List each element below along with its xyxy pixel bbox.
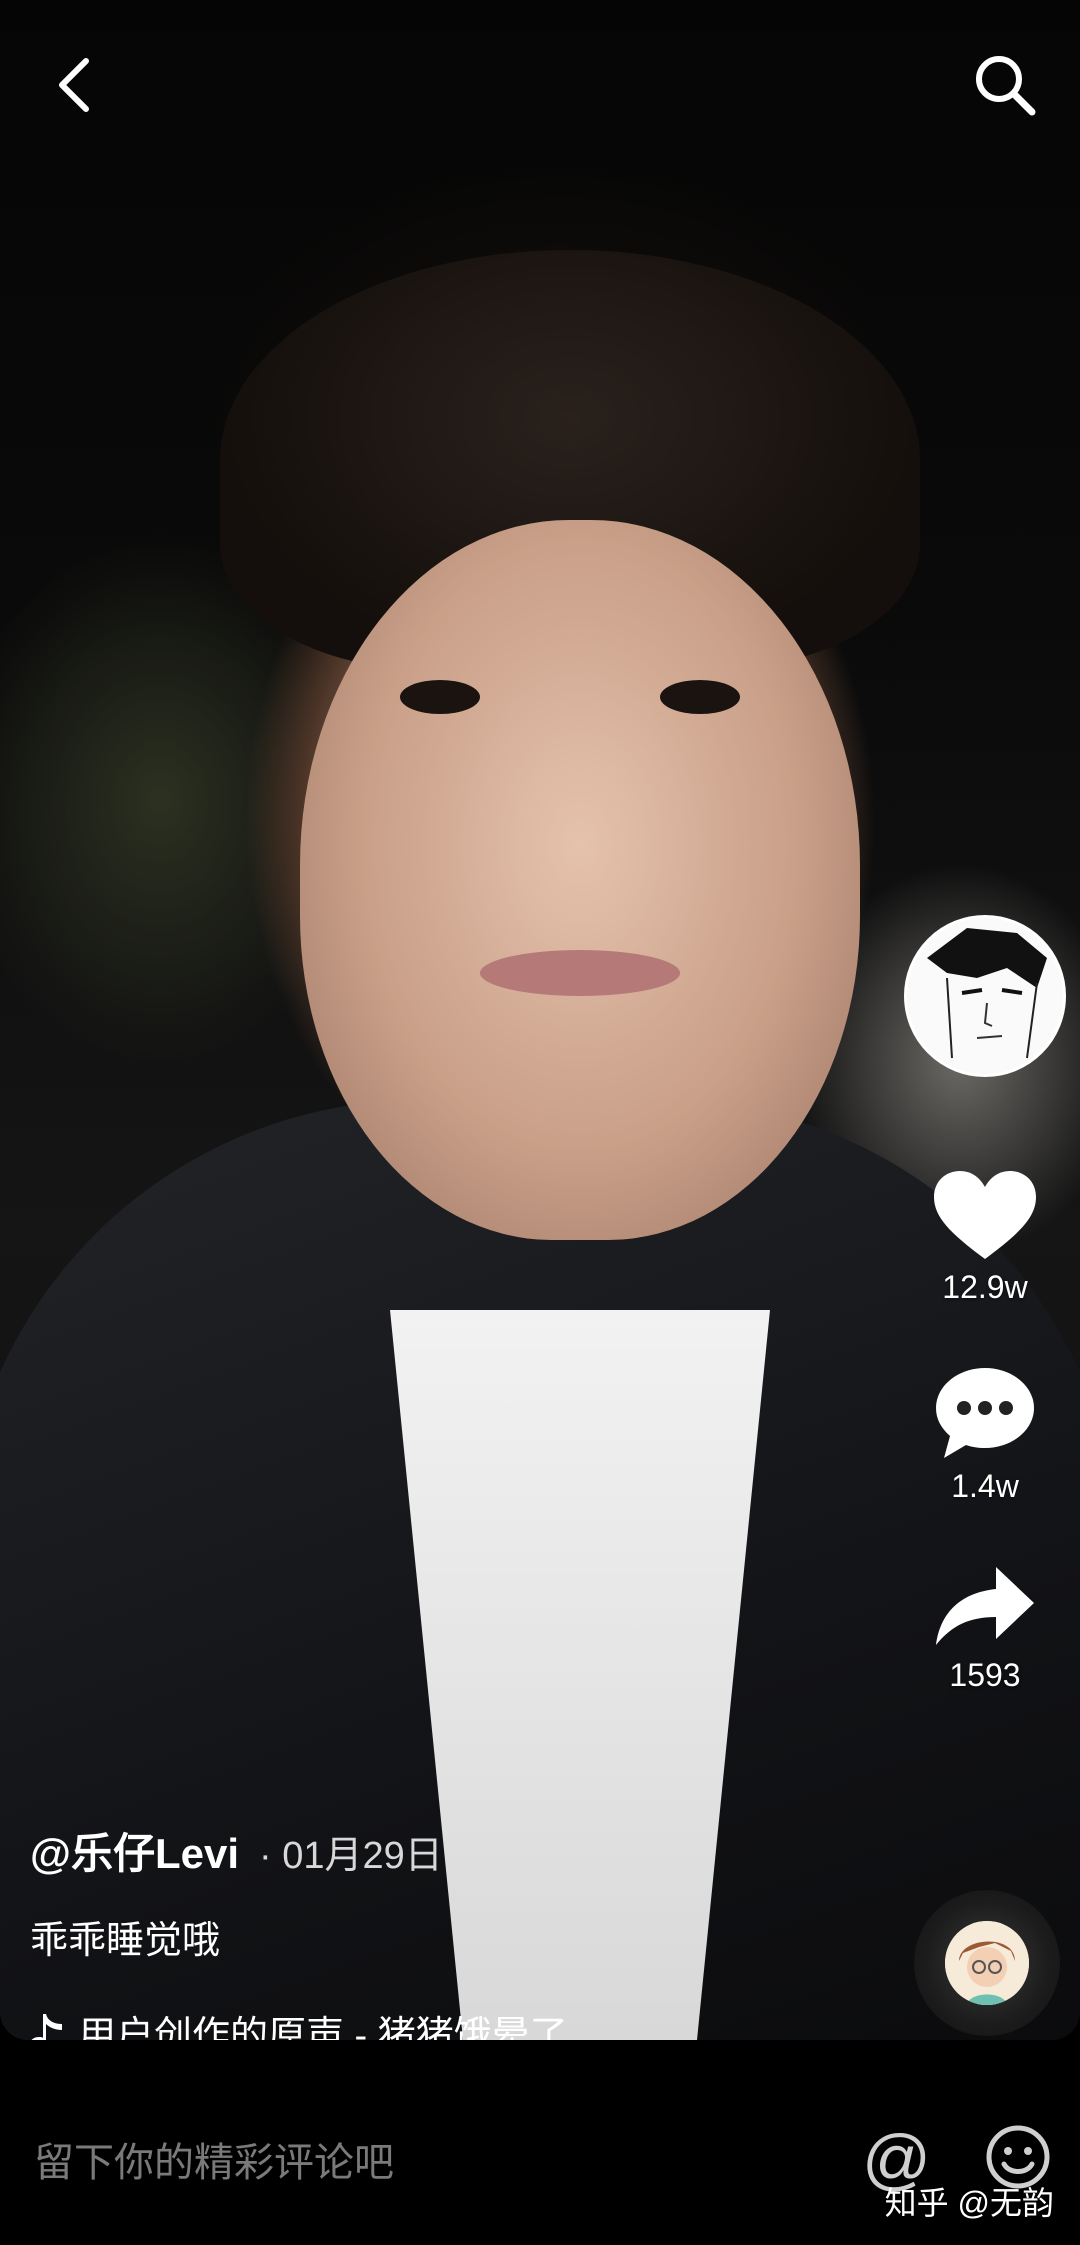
- back-button[interactable]: [30, 40, 120, 130]
- post-date: · 01月29日: [259, 1835, 443, 1877]
- video-description: 乖乖睡觉哦: [30, 1920, 221, 1962]
- share-arrow-icon: [936, 1567, 1034, 1645]
- watermark: 知乎 @无韵: [884, 2185, 1054, 2221]
- music-disc-avatar: [945, 1921, 1029, 2005]
- share-button[interactable]: 1593: [930, 1561, 1040, 1694]
- music-disc[interactable]: [914, 1890, 1060, 2036]
- share-count: 1593: [949, 1657, 1021, 1693]
- author-avatar[interactable]: [904, 915, 1066, 1077]
- manga-avatar-image: [907, 918, 1063, 1074]
- video-subject-eye: [660, 680, 740, 714]
- video-subject-eye: [400, 680, 480, 714]
- comment-count: 1.4w: [951, 1468, 1019, 1504]
- like-button[interactable]: 12.9w: [930, 1167, 1040, 1306]
- back-chevron-icon: [59, 58, 89, 112]
- author-name[interactable]: @乐仔Levi: [30, 1820, 239, 1881]
- author-line: @乐仔Levi · 01月29日: [30, 1820, 870, 1881]
- video-caption: @乐仔Levi · 01月29日 乖乖睡觉哦 用户创作的原声 - 猪猪饿晕了: [30, 1820, 870, 2059]
- video-subject-mouth: [480, 950, 680, 996]
- video-subject-face: [300, 520, 860, 1240]
- heart-icon: [934, 1171, 1036, 1259]
- comment-button[interactable]: 1.4w: [930, 1362, 1040, 1505]
- video-screen: 12.9w 1.4w 1593 @乐仔Levi · 01月29日 乖乖睡觉哦 用…: [0, 0, 1080, 2245]
- action-rail: 12.9w 1.4w 1593: [900, 915, 1070, 1750]
- search-button[interactable]: [960, 40, 1050, 130]
- like-count: 12.9w: [942, 1269, 1028, 1305]
- comment-bubble-icon: [936, 1368, 1034, 1458]
- search-icon: [976, 56, 1036, 116]
- comment-input[interactable]: [32, 2132, 796, 2194]
- cartoon-avatar-image: [945, 1921, 1029, 2005]
